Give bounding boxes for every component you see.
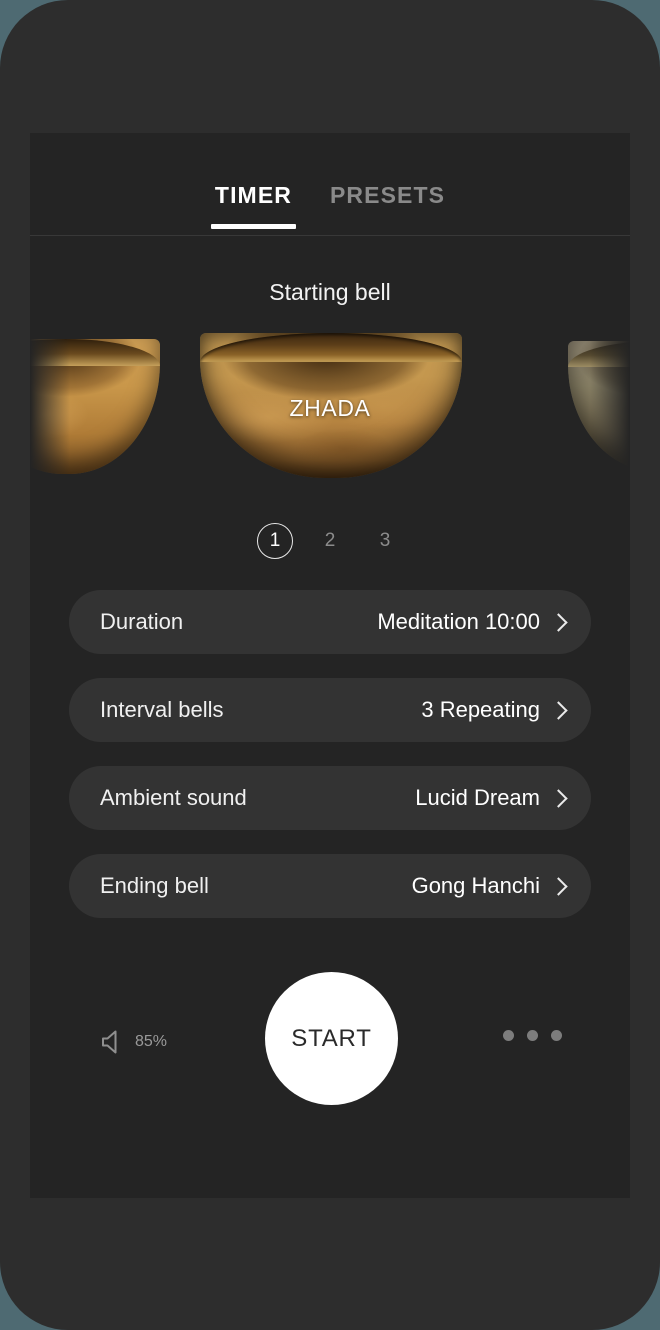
setting-row-interval-bells[interactable]: Interval bells 3 Repeating	[69, 678, 591, 742]
section-title: Starting bell	[269, 279, 391, 305]
phone-device-frame: TIMER PRESETS Starting bell ZHADA 1 2 3 …	[0, 0, 660, 1330]
bottom-bar: 85% START	[30, 942, 630, 1142]
setting-value-interval-bells: 3 Repeating	[421, 697, 540, 722]
bowl-rim	[568, 341, 630, 367]
bowl-rim	[200, 333, 462, 362]
more-horizontal-icon[interactable]	[503, 1030, 562, 1041]
setting-row-ending-bell[interactable]: Ending bell Gong Hanchi	[69, 854, 591, 918]
setting-value-ambient-sound: Lucid Dream	[415, 785, 540, 810]
volume-control[interactable]: 85%	[100, 1028, 167, 1056]
setting-value-group: Lucid Dream	[415, 785, 563, 811]
chevron-right-icon	[552, 789, 563, 808]
bell-selected-label: ZHADA	[289, 395, 371, 421]
speaker-icon	[102, 1030, 117, 1054]
tab-timer[interactable]: TIMER	[210, 182, 296, 229]
pagination-dot-1[interactable]: 1	[257, 523, 293, 559]
pagination-dot-3[interactable]: 3	[367, 523, 403, 559]
setting-row-duration[interactable]: Duration Meditation 10:00	[69, 590, 591, 654]
chevron-right-icon	[552, 613, 563, 632]
setting-value-group: 3 Repeating	[421, 697, 563, 723]
tab-timer-label: TIMER	[214, 182, 292, 208]
more-dot	[503, 1030, 514, 1041]
volume-percentage: 85%	[135, 1033, 168, 1050]
bowl-rim	[30, 339, 160, 366]
more-dot	[551, 1030, 562, 1041]
bell-carousel[interactable]: ZHADA	[30, 333, 630, 498]
start-button[interactable]: START	[265, 972, 398, 1105]
settings-list: Duration Meditation 10:00 Interval bells…	[30, 590, 630, 918]
setting-value-ending-bell: Gong Hanchi	[411, 873, 540, 898]
more-dot	[527, 1030, 538, 1041]
tab-presets[interactable]: PRESETS	[330, 182, 445, 229]
setting-value-group: Gong Hanchi	[412, 873, 563, 899]
setting-value-group: Meditation 10:00	[377, 609, 563, 635]
setting-row-ambient-sound[interactable]: Ambient sound Lucid Dream	[69, 766, 591, 830]
carousel-pagination: 1 2 3	[30, 523, 630, 559]
tab-bar-divider	[30, 235, 630, 236]
setting-label-ending-bell: Ending bell	[100, 873, 209, 898]
chevron-right-icon	[552, 877, 563, 896]
tab-active-underline	[210, 224, 296, 229]
start-button-label: START	[291, 1024, 372, 1052]
pagination-dot-2[interactable]: 2	[312, 523, 348, 559]
app-screen: TIMER PRESETS Starting bell ZHADA 1 2 3 …	[30, 133, 630, 1198]
setting-label-ambient-sound: Ambient sound	[100, 785, 247, 810]
setting-value-duration: Meditation 10:00	[377, 609, 540, 634]
chevron-right-icon	[552, 701, 563, 720]
setting-label-duration: Duration	[100, 609, 184, 634]
setting-label-interval-bells: Interval bells	[100, 697, 224, 722]
tab-bar: TIMER PRESETS	[30, 133, 630, 236]
tab-presets-label: PRESETS	[329, 182, 446, 208]
